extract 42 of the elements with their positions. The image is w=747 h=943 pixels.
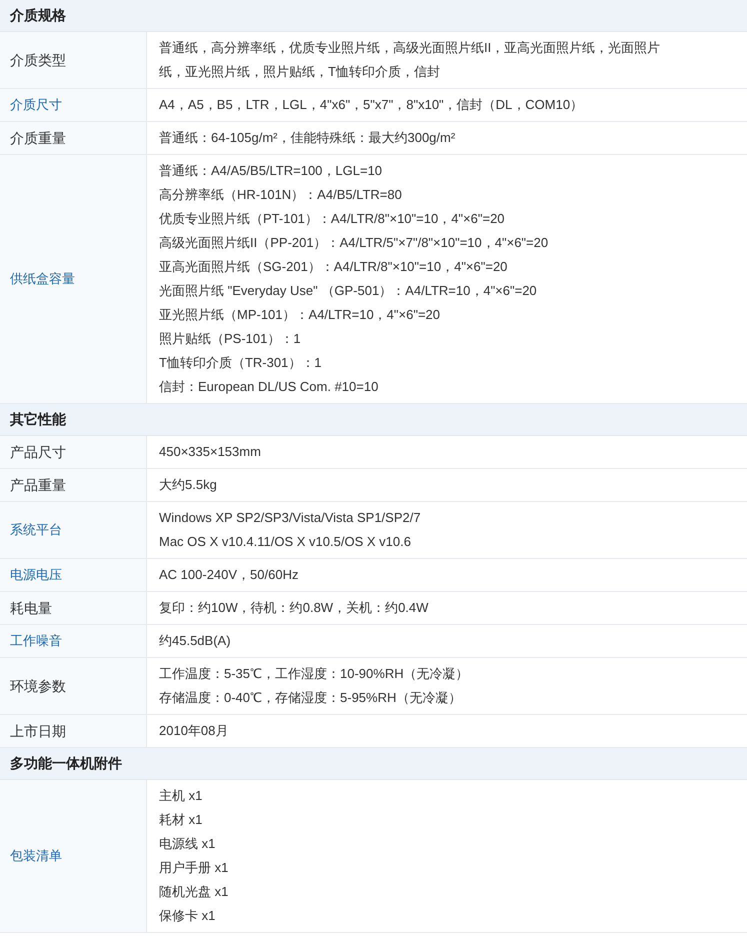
spec-value: 电源线 x1 (159, 835, 216, 853)
spec-value: 普通纸，高分辨率纸，优质专业照片纸，高级光面照片纸II，亚高光面照片纸，光面照片纸，亚光照片纸，照片贴纸，T恤转印介质，信封 (159, 39, 662, 81)
section-header: 其它性能 (0, 404, 747, 436)
spec-label: 上市日期 (10, 722, 66, 740)
spec-label: 环境参数 (10, 676, 66, 696)
spec-label: 产品尺寸 (10, 442, 66, 462)
spec-value: A4，A5，B5，LTR，LGL，4"x6"，5"x7"，8"x10"，信封（DL，COM10） (159, 96, 584, 114)
spec-label: 产品重量 (10, 476, 66, 494)
spec-value: 普通纸：A4/A5/B5/LTR=100，LGL=10 (159, 162, 384, 180)
spec-value: 工作温度：5-35℃，工作湿度：10-90%RH（无冷凝） (159, 665, 470, 683)
spec-value: 亚高光面照片纸（SG-201）：A4/LTR/8"×10"=10，4"×6"=20 (159, 258, 508, 276)
spec-value: 450×335×153mm (159, 443, 262, 461)
spec-value: 用户手册 x1 (159, 859, 230, 877)
section-header: 多功能一体机附件 (0, 748, 747, 780)
spec-label-link[interactable]: 包装清单 (10, 846, 62, 866)
spec-value: 存储温度：0-40℃，存储湿度：5-95%RH（无冷凝） (159, 689, 462, 707)
spec-value: 高级光面照片纸II（PP-201）：A4/LTR/5"×7"/8"×10"=10，4"×6"=20 (159, 234, 550, 252)
spec-value: 光面照片纸 "Everyday Use" （GP-501）：A4/LTR=10，4"×6"=20 (159, 282, 538, 300)
spec-value: 优质专业照片纸（PT-101）：A4/LTR/8"×10"=10，4"×6"=20 (159, 210, 506, 228)
spec-value: 2010年08月 (159, 722, 230, 740)
spec-value: 信封：European DL/US Com. #10=10 (159, 378, 380, 396)
spec-value: 保修卡 x1 (159, 907, 216, 925)
spec-label-link[interactable]: 供纸盒容量 (10, 269, 75, 289)
spec-value: 主机 x1 (159, 787, 204, 805)
spec-value: 亚光照片纸（MP-101）：A4/LTR=10，4"×6"=20 (159, 306, 442, 324)
spec-label-link[interactable]: 系统平台 (10, 520, 62, 540)
spec-value: 复印：约10W，待机：约0.8W，关机：约0.4W (159, 599, 430, 617)
spec-value: 照片贴纸（PS-101）：1 (159, 330, 302, 348)
spec-value: 随机光盘 x1 (159, 883, 230, 901)
section-header: 介质规格 (0, 0, 747, 32)
spec-label: 耗电量 (10, 598, 52, 618)
spec-label: 介质类型 (10, 50, 66, 70)
spec-value: 耗材 x1 (159, 811, 204, 829)
spec-value: 约45.5dB(A) (159, 632, 232, 650)
spec-value: 高分辨率纸（HR-101N）：A4/B5/LTR=80 (159, 186, 403, 204)
spec-value: Windows XP SP2/SP3/Vista/Vista SP1/SP2/7 (159, 509, 422, 527)
spec-label: 介质重量 (10, 128, 66, 148)
spec-value: Mac OS X v10.4.11/OS X v10.5/OS X v10.6 (159, 533, 412, 551)
spec-value: 大约5.5kg (159, 476, 218, 494)
spec-value: T恤转印介质（TR-301）：1 (159, 354, 323, 372)
spec-value: 普通纸：64-105g/m²，佳能特殊纸：最大约300g/m² (159, 129, 456, 147)
spec-value: AC 100-240V，50/60Hz (159, 566, 300, 584)
